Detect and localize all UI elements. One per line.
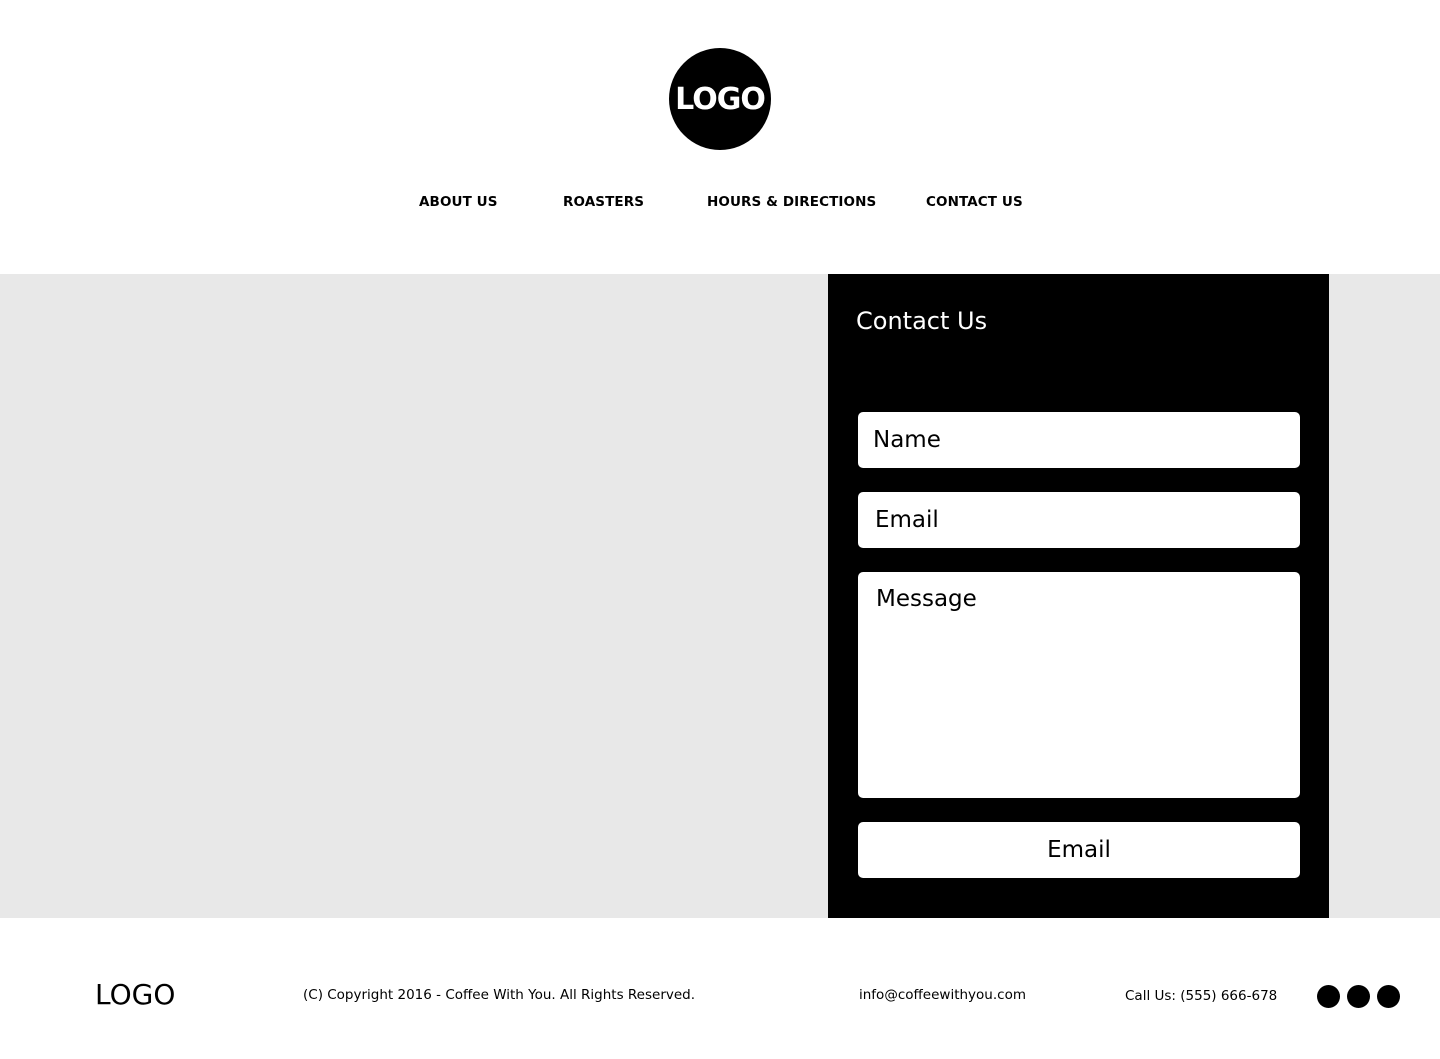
nav-about-us[interactable]: ABOUT US: [419, 194, 498, 210]
social-icon-1[interactable]: [1317, 985, 1340, 1008]
name-input[interactable]: [858, 412, 1300, 468]
page: LOGO ABOUT US ROASTERS HOURS & DIRECTION…: [0, 0, 1440, 1059]
header-logo-text: LOGO: [675, 81, 766, 117]
footer-logo[interactable]: LOGO: [95, 978, 175, 1011]
nav-contact-us[interactable]: CONTACT US: [926, 194, 1023, 210]
email-input[interactable]: [858, 492, 1300, 548]
nav-hours-directions[interactable]: HOURS & DIRECTIONS: [707, 194, 876, 210]
submit-email-button[interactable]: Email: [858, 822, 1300, 878]
footer-copyright: (C) Copyright 2016 - Coffee With You. Al…: [303, 987, 696, 1003]
footer-phone: Call Us: (555) 666-678: [1125, 988, 1278, 1004]
message-textarea[interactable]: [858, 572, 1300, 798]
contact-form-title: Contact Us: [856, 307, 988, 335]
footer-email-link[interactable]: info@coffeewithyou.com: [859, 987, 1026, 1003]
header-logo[interactable]: LOGO: [669, 48, 771, 150]
nav-roasters[interactable]: ROASTERS: [563, 194, 644, 210]
social-icon-2[interactable]: [1347, 985, 1370, 1008]
social-icon-3[interactable]: [1377, 985, 1400, 1008]
contact-form-panel: Contact Us Email: [828, 274, 1329, 918]
